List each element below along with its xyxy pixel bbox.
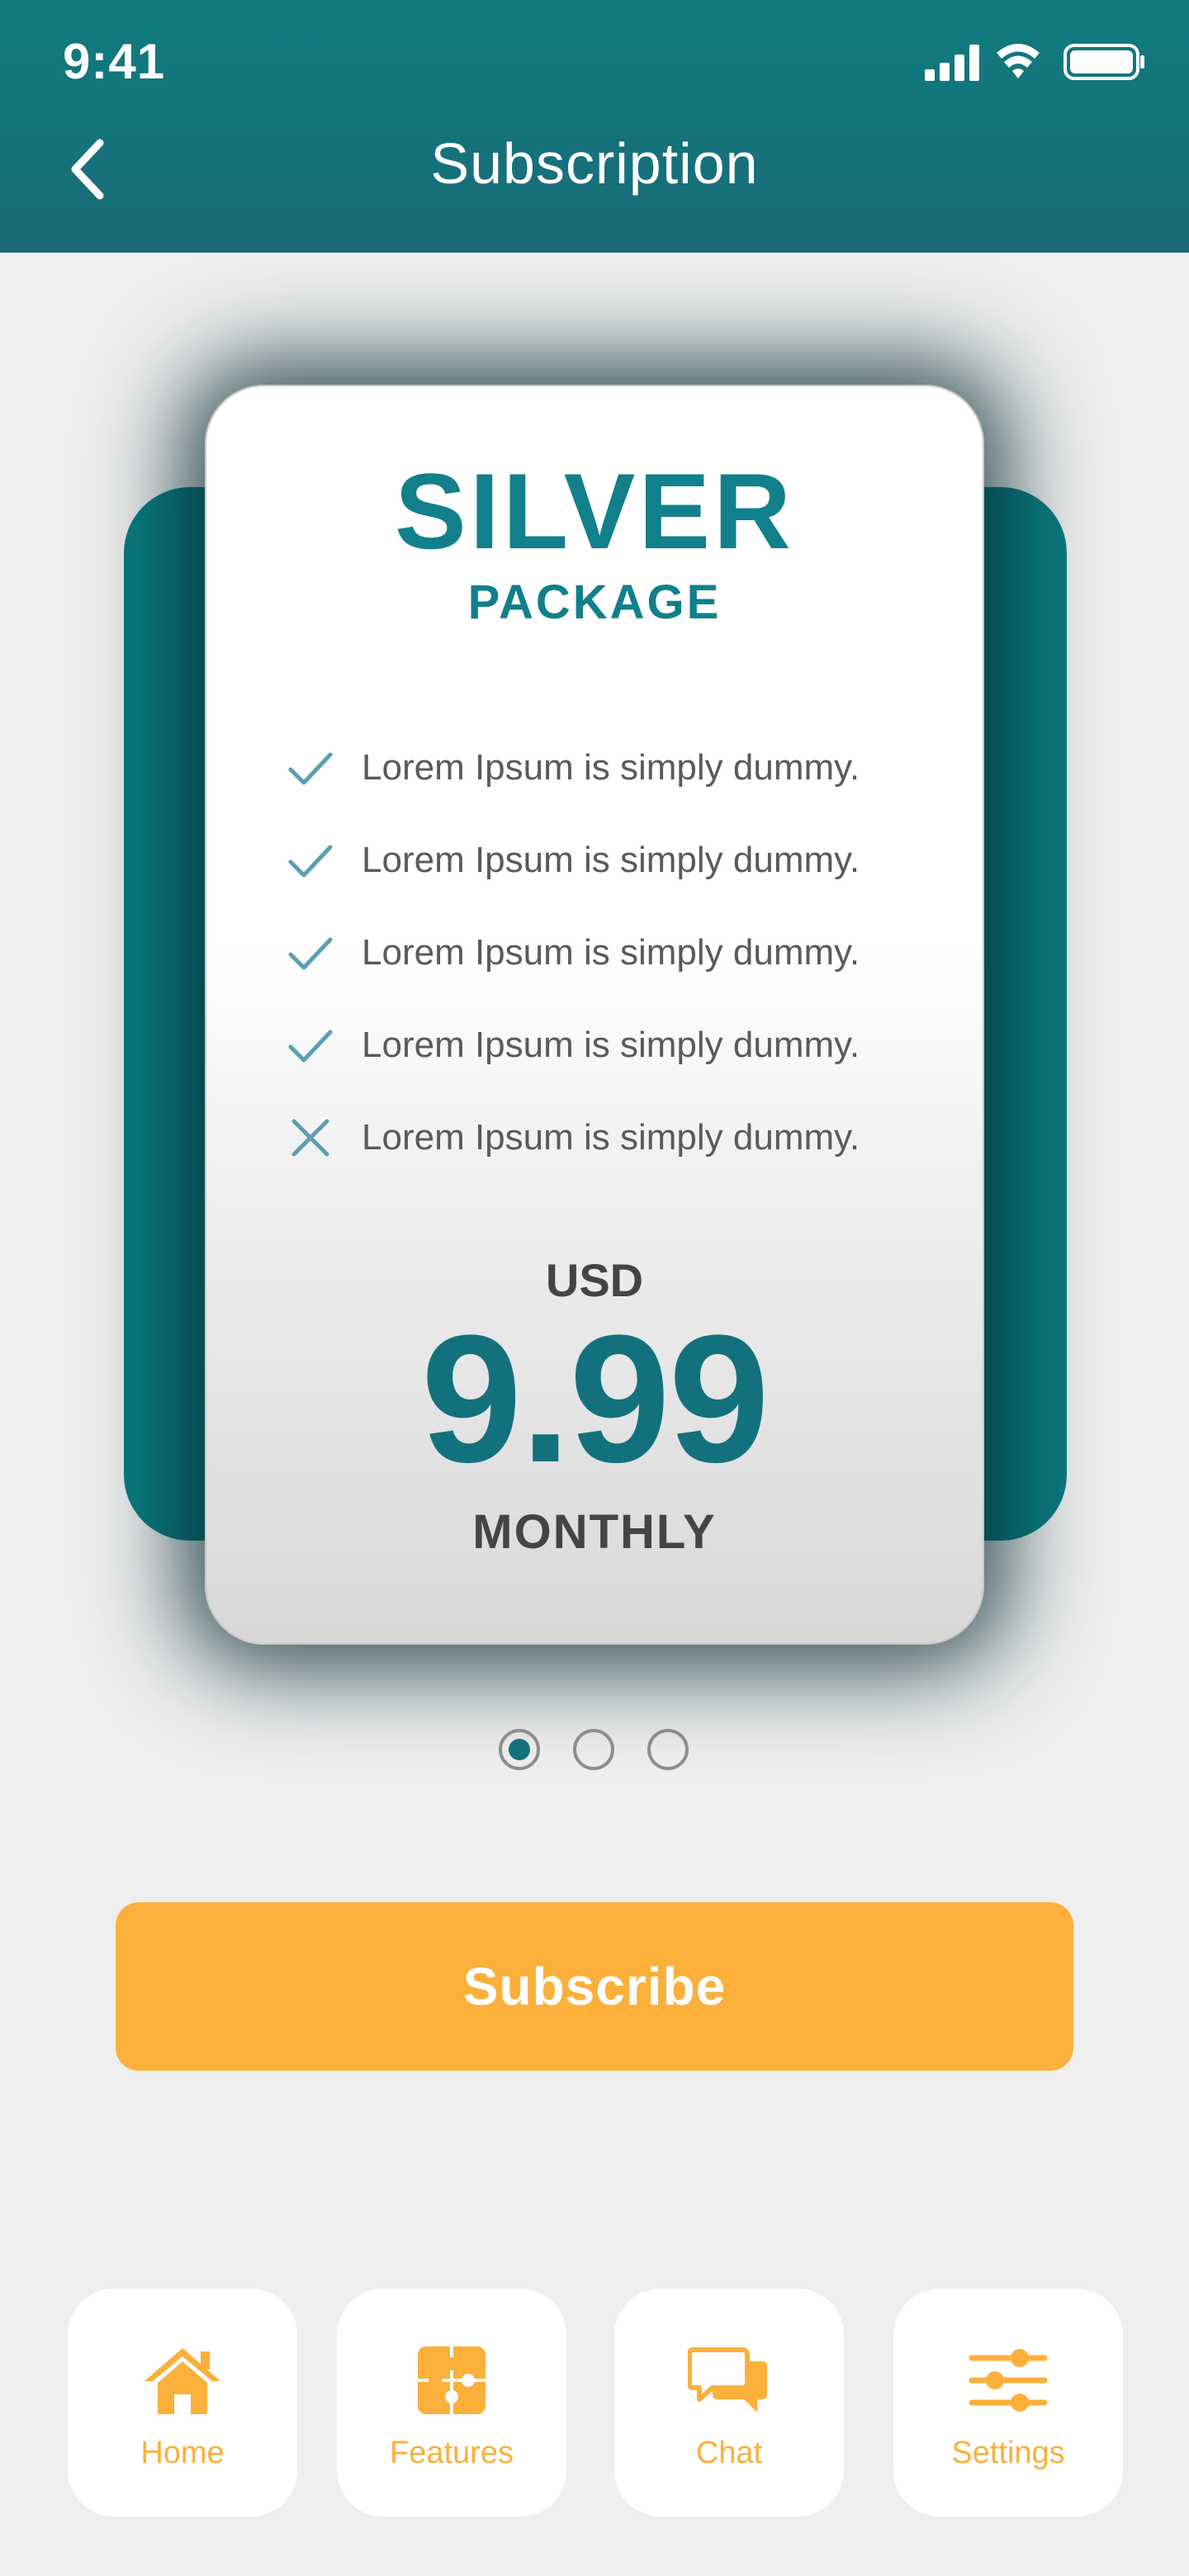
check-icon <box>286 743 335 793</box>
app-header: 9:41 Subscription <box>0 0 1189 253</box>
wifi-icon <box>997 44 1040 78</box>
page-title: Subscription <box>430 131 759 196</box>
chat-icon <box>688 2343 770 2417</box>
plan-name: SILVER <box>395 451 794 571</box>
feature-item: Lorem Ipsum is simply dummy. <box>286 1020 860 1070</box>
pagination-dot[interactable] <box>573 1729 614 1770</box>
nav-label: Home <box>140 2436 225 2470</box>
puzzle-icon <box>410 2343 493 2417</box>
home-icon <box>141 2343 224 2417</box>
nav-label: Settings <box>951 2436 1065 2470</box>
pagination-dot[interactable] <box>647 1729 689 1770</box>
check-icon <box>286 928 335 978</box>
cross-icon <box>286 1113 335 1163</box>
plan-subtitle: PACKAGE <box>467 575 722 629</box>
carousel-pagination <box>495 1729 694 1775</box>
battery-icon <box>1063 44 1144 80</box>
check-icon <box>286 836 335 885</box>
status-time: 9:41 <box>63 34 166 89</box>
nav-label: Features <box>390 2436 514 2470</box>
nav-label: Chat <box>695 2436 763 2470</box>
price-period: MONTHLY <box>472 1505 717 1559</box>
feature-text: Lorem Ipsum is simply dummy. <box>362 1117 860 1158</box>
check-icon <box>286 1020 335 1070</box>
feature-text: Lorem Ipsum is simply dummy. <box>362 1025 860 1065</box>
feature-item: Lorem Ipsum is simply dummy. <box>286 1113 860 1163</box>
nav-item-chat[interactable]: Chat <box>614 2289 844 2517</box>
nav-item-home[interactable]: Home <box>68 2289 297 2517</box>
pagination-dot[interactable] <box>499 1729 540 1770</box>
feature-item: Lorem Ipsum is simply dummy. <box>286 743 860 793</box>
subscribe-button[interactable]: Subscribe <box>116 1902 1073 2071</box>
feature-text: Lorem Ipsum is simply dummy. <box>362 932 860 973</box>
feature-item: Lorem Ipsum is simply dummy. <box>286 836 860 885</box>
feature-item: Lorem Ipsum is simply dummy. <box>286 928 860 978</box>
plan-card[interactable]: SILVER PACKAGE Lorem Ipsum is simply dum… <box>205 385 984 1645</box>
status-icons <box>923 41 1146 83</box>
price-amount: 9.99 <box>420 1297 770 1500</box>
nav-item-features[interactable]: Features <box>337 2289 566 2517</box>
sliders-icon <box>967 2343 1049 2417</box>
cellular-signal-icon <box>925 45 979 81</box>
nav-item-settings[interactable]: Settings <box>893 2289 1123 2517</box>
feature-text: Lorem Ipsum is simply dummy. <box>362 747 860 788</box>
feature-text: Lorem Ipsum is simply dummy. <box>362 840 860 880</box>
